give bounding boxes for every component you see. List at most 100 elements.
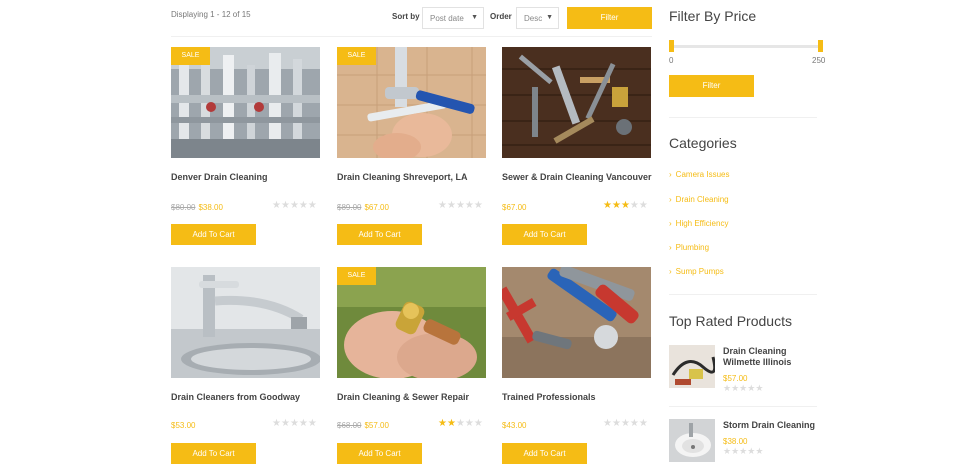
wrenches-image: [502, 267, 651, 378]
divider: [669, 406, 817, 407]
current-price: $38.00: [198, 203, 223, 212]
product-title[interactable]: Trained Professionals: [502, 392, 652, 403]
old-price: $89.00: [337, 203, 362, 212]
star-icon: ★: [629, 418, 639, 429]
divider: [669, 117, 817, 118]
top-rated-name[interactable]: Storm Drain Cleaning: [723, 420, 823, 431]
product-image[interactable]: [171, 267, 320, 378]
sale-badge: SALE: [337, 267, 376, 285]
category-link[interactable]: › Drain Cleaning: [669, 195, 729, 204]
star-icon: ★: [723, 446, 732, 456]
star-icon: ★: [629, 200, 639, 211]
results-count: Displaying 1 - 12 of 15: [171, 10, 251, 19]
product-image[interactable]: SALE: [171, 47, 320, 158]
sort-toolbar: Displaying 1 - 12 of 15 Sort by Post dat…: [171, 7, 652, 29]
star-icon: ★: [438, 418, 447, 429]
old-price: $80.00: [171, 203, 196, 212]
sink-image: [669, 419, 715, 462]
sale-badge: SALE: [171, 47, 210, 65]
old-price: $68.00: [337, 421, 362, 430]
top-rated-thumbnail[interactable]: [669, 419, 715, 462]
price-slider-track[interactable]: [671, 45, 821, 48]
add-to-cart-button[interactable]: Add To Cart: [337, 443, 422, 464]
product-title[interactable]: Sewer & Drain Cleaning Vancouver: [502, 172, 652, 183]
star-icon: ★: [446, 418, 456, 429]
product-price: $89.00 $67.00: [337, 203, 389, 212]
sort-select-value: Post date: [430, 14, 464, 23]
star-icon: ★: [473, 200, 483, 211]
rating-stars: ★★★★★: [723, 383, 763, 394]
faucet-image: [171, 267, 320, 378]
chevron-right-icon: ›: [669, 219, 672, 228]
chevron-down-icon: ▼: [471, 14, 478, 21]
category-link[interactable]: › Sump Pumps: [669, 267, 724, 276]
category-link[interactable]: › High Efficiency: [669, 219, 728, 228]
star-icon: ★: [755, 383, 764, 393]
star-icon: ★: [638, 200, 648, 211]
add-to-cart-button[interactable]: Add To Cart: [502, 224, 587, 245]
filter-button[interactable]: Filter: [567, 7, 652, 29]
divider: [669, 294, 817, 295]
star-icon: ★: [464, 200, 474, 211]
star-icon: ★: [307, 418, 317, 429]
current-price: $43.00: [502, 421, 527, 430]
add-to-cart-button[interactable]: Add To Cart: [337, 224, 422, 245]
sort-select[interactable]: Post date ▼: [422, 7, 484, 29]
add-to-cart-button[interactable]: Add To Cart: [502, 443, 587, 464]
add-to-cart-button[interactable]: Add To Cart: [171, 224, 256, 245]
sort-label: Sort by: [392, 12, 420, 21]
product-price: $67.00: [502, 203, 526, 212]
star-icon: ★: [298, 418, 308, 429]
current-price: $53.00: [171, 421, 196, 430]
product-title[interactable]: Denver Drain Cleaning: [171, 172, 321, 183]
product-price: $68.00 $57.00: [337, 421, 389, 430]
star-icon: ★: [280, 418, 290, 429]
top-rated-thumbnail[interactable]: [669, 345, 715, 388]
current-price: $67.00: [502, 203, 527, 212]
order-select[interactable]: Desc ▼: [516, 7, 559, 29]
star-icon: ★: [603, 418, 612, 429]
star-icon: ★: [298, 200, 308, 211]
add-to-cart-button[interactable]: Add To Cart: [171, 443, 256, 464]
price-filter-heading: Filter By Price: [669, 8, 757, 24]
star-icon: ★: [289, 200, 299, 211]
categories-heading: Categories: [669, 135, 737, 151]
product-card: Trained Professionals $43.00 ★★★★★ Add T…: [502, 267, 652, 467]
top-rated-name[interactable]: Drain Cleaning Wilmette Illinois: [723, 346, 823, 368]
price-slider-min-handle[interactable]: [669, 40, 674, 52]
product-title[interactable]: Drain Cleaners from Goodway: [171, 392, 321, 403]
star-icon: ★: [731, 446, 740, 456]
star-icon: ★: [455, 418, 465, 429]
tools-image: [502, 47, 651, 158]
product-image[interactable]: [502, 267, 651, 378]
star-icon: ★: [638, 418, 648, 429]
chevron-right-icon: ›: [669, 195, 672, 204]
current-price: $57.00: [364, 421, 389, 430]
star-icon: ★: [464, 418, 474, 429]
product-title[interactable]: Drain Cleaning Shreveport, LA: [337, 172, 487, 183]
product-image[interactable]: [502, 47, 651, 158]
star-icon: ★: [289, 418, 299, 429]
product-image[interactable]: SALE: [337, 267, 486, 378]
sale-badge: SALE: [337, 47, 376, 65]
product-card: SALE Drain Cleaning & Sewer Repair $68.0…: [337, 267, 487, 467]
product-title[interactable]: Drain Cleaning & Sewer Repair: [337, 392, 487, 403]
product-price: $43.00: [502, 421, 526, 430]
star-icon: ★: [280, 200, 290, 211]
chevron-right-icon: ›: [669, 243, 672, 252]
price-slider-max-handle[interactable]: [818, 40, 823, 52]
price-filter-button[interactable]: Filter: [669, 75, 754, 97]
category-link[interactable]: › Plumbing: [669, 243, 709, 252]
top-rated-price: $57.00: [723, 374, 748, 383]
product-image[interactable]: SALE: [337, 47, 486, 158]
product-card: SALE Denver Drain Cleaning $80.00 $38.00 …: [171, 47, 321, 247]
star-icon: ★: [611, 418, 621, 429]
category-link[interactable]: › Camera Issues: [669, 170, 729, 179]
product-card: Drain Cleaners from Goodway $53.00 ★★★★★…: [171, 267, 321, 467]
star-icon: ★: [272, 200, 281, 211]
product-card: SALE Drain Cleaning Shreveport, LA $89.0…: [337, 47, 487, 247]
product-card: Sewer & Drain Cleaning Vancouver $67.00 …: [502, 47, 652, 247]
price-max-value: 250: [812, 56, 826, 65]
star-icon: ★: [755, 446, 764, 456]
rating-stars: ★★★★★: [272, 200, 317, 211]
